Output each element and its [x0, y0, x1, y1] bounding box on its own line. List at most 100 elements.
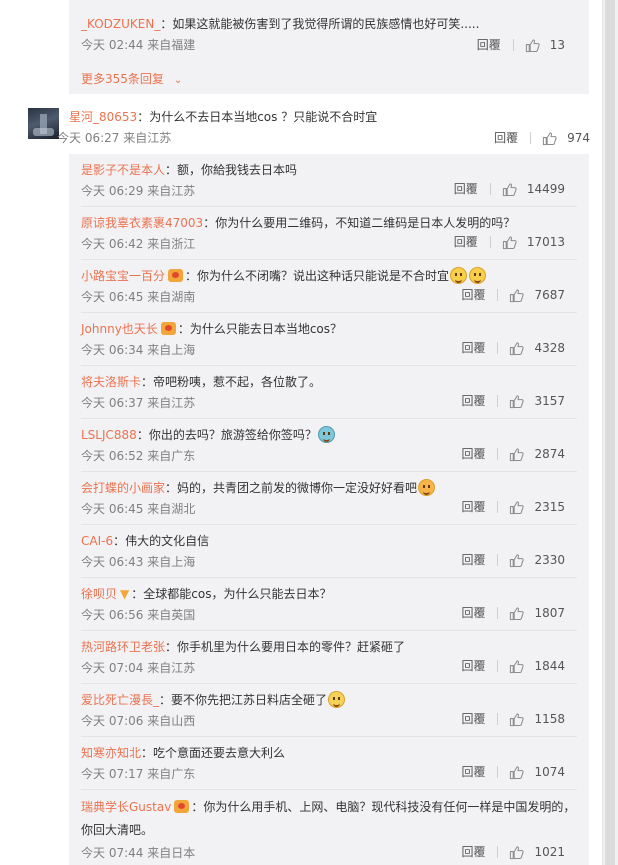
reply-item: 瑞典学长Gustav ：你为什么用手机、上网、电脑？现代科技没有任何一样是中国发明…	[81, 800, 576, 861]
reply-item: 爱比死亡漫長_：要不你先把江苏日料店全砸了 今天 07:06 来自山西 回覆 1…	[81, 684, 577, 737]
like-count: 7687	[534, 288, 565, 302]
like-count: 2874	[534, 447, 565, 461]
reply-item: 原谅我辜衣素裹47003：你为什么要用二维码，不知道二维码是日本人发明的吗？ 今…	[81, 207, 577, 260]
reply-item: 小路宝宝一百分 ：你为什么不闭嘴？说出这种话只能说是不合时宜 今天 06:45 来…	[81, 260, 577, 313]
avatar[interactable]	[28, 108, 59, 139]
like-count: 13	[549, 38, 565, 52]
reply-button[interactable]: 回覆	[454, 233, 478, 251]
reply-text: 帝吧粉咦，惹不起，各位散了。	[153, 375, 322, 389]
reply-author-link[interactable]: 知寒亦知北	[81, 746, 141, 760]
like-button[interactable]: 1158	[509, 710, 565, 728]
thumbs-up-icon	[502, 182, 517, 196]
reply-button[interactable]: 回覆	[461, 339, 485, 357]
thumbs-up-icon	[510, 500, 525, 514]
reply-text: 如果这就能被伤害到了我觉得所谓的民族感情也好可笑.....	[172, 17, 480, 31]
reply-button[interactable]: 回覆	[477, 36, 501, 54]
scrollbar-thumb[interactable]	[605, 0, 615, 865]
like-button[interactable]: 1844	[509, 657, 565, 675]
reply-author-link[interactable]: 会打蝶的小画家	[81, 481, 165, 495]
reply-actions: 回覆 17013	[454, 233, 565, 251]
like-button[interactable]: 1074	[509, 763, 565, 781]
like-count: 1807	[534, 606, 565, 620]
divider	[497, 766, 499, 778]
reply-actions: 回覆 1158	[461, 710, 565, 728]
kiss-emoji-icon	[418, 479, 436, 496]
like-button[interactable]: 2874	[509, 445, 565, 463]
reply-button[interactable]: 回覆	[461, 286, 485, 304]
reply-button[interactable]: 回覆	[454, 180, 478, 198]
like-button[interactable]: 13	[525, 36, 565, 54]
previous-replies-block: _KODZUKEN_：如果这就能被伤害到了我觉得所谓的民族感情也好可笑.....…	[69, 0, 589, 94]
reply-author-link[interactable]: 热河路环卫老张	[81, 640, 165, 654]
like-button[interactable]: 974	[542, 129, 590, 147]
comment-author-link[interactable]: 星河_80653	[69, 110, 137, 124]
like-button[interactable]: 2330	[509, 551, 565, 569]
reply-button[interactable]: 回覆	[461, 657, 485, 675]
chevron-down-icon: ⌄	[173, 75, 183, 86]
reply-actions: 回覆 3157	[461, 392, 565, 410]
divider	[497, 607, 499, 619]
divider	[512, 39, 514, 51]
reply-button[interactable]: 回覆	[461, 551, 485, 569]
like-button[interactable]: 3157	[509, 392, 565, 410]
reply-author-link[interactable]: 瑞典学长Gustav	[81, 800, 171, 814]
comment-meta: 今天 06:27 来自江苏	[57, 131, 172, 145]
reply-author-link[interactable]: 徐呗贝	[81, 587, 117, 601]
divider	[530, 132, 532, 144]
like-count: 974	[567, 131, 590, 145]
reply-text: 为什么只能去日本当地cos？	[189, 322, 343, 336]
reply-author-link[interactable]: 爱比死亡漫長_	[81, 693, 159, 707]
thumbs-up-icon	[510, 394, 525, 408]
reply-text: 你为什么要用二维码，不知道二维码是日本人发明的吗？	[215, 216, 516, 230]
like-button[interactable]: 7687	[509, 286, 565, 304]
reply-item: _KODZUKEN_：如果这就能被伤害到了我觉得所谓的民族感情也好可笑.....…	[81, 14, 577, 54]
reply-button[interactable]: 回覆	[461, 445, 485, 463]
reply-author-link[interactable]: 是影子不是本人	[81, 163, 165, 177]
like-count: 2315	[534, 500, 565, 514]
reply-author-link[interactable]: Johnny也天长	[81, 322, 158, 336]
reply-text: 你为什么不闭嘴？说出这种话只能说是不合时宜	[197, 269, 450, 283]
divider	[497, 846, 499, 858]
reply-author-link[interactable]: _KODZUKEN_	[81, 17, 160, 31]
reply-item: 热河路环卫老张：你手机里为什么要用日本的零件？赶紧砸了 今天 07:04 来自江…	[81, 631, 577, 684]
reply-button[interactable]: 回覆	[494, 129, 518, 147]
reply-button[interactable]: 回覆	[461, 498, 485, 516]
reply-button[interactable]: 回覆	[461, 710, 485, 728]
divider	[497, 342, 499, 354]
reply-button[interactable]: 回覆	[461, 763, 485, 781]
reply-button[interactable]: 回覆	[461, 392, 485, 410]
like-button[interactable]: 14499	[502, 180, 565, 198]
divider	[497, 501, 499, 513]
scrollbar[interactable]	[602, 0, 618, 865]
reply-author-link[interactable]: LSLJC888	[81, 428, 137, 442]
reply-actions: 回覆 2874	[461, 445, 565, 463]
reply-button[interactable]: 回覆	[461, 604, 485, 622]
vip-badge-icon	[174, 800, 190, 813]
reply-button[interactable]: 回覆	[461, 843, 485, 861]
thumbs-up-icon	[525, 38, 540, 52]
reply-author-link[interactable]: 原谅我辜衣素裹47003	[81, 216, 203, 230]
vip-badge-icon	[160, 322, 176, 335]
laugh-emoji-icon	[450, 267, 468, 284]
reply-author-link[interactable]: CAI-6	[81, 534, 113, 548]
like-button[interactable]: 1807	[509, 604, 565, 622]
comment-thread-page: _KODZUKEN_：如果这就能被伤害到了我觉得所谓的民族感情也好可笑.....…	[0, 0, 618, 865]
reply-text: 你出的去吗？旅游签给你签吗？	[148, 428, 317, 442]
reply-item: CAI-6：伟大的文化自信 今天 06:43 来自上海 回覆 2330	[81, 525, 577, 578]
like-button[interactable]: 1021	[509, 843, 565, 861]
like-count: 14499	[526, 182, 565, 196]
replies-list: 是影子不是本人：额，你給我钱去日本吗 今天 06:29 来自江苏 回覆 1449…	[69, 154, 589, 865]
more-replies-link[interactable]: 更多355条回复 ⌄	[81, 70, 182, 87]
like-button[interactable]: 4328	[509, 339, 565, 357]
reply-author-link[interactable]: 将夫洛斯卡	[81, 375, 141, 389]
reply-text: 要不你先把江苏日料店全砸了	[171, 693, 328, 707]
thumbs-up-icon	[510, 288, 525, 302]
like-button[interactable]: 17013	[502, 233, 565, 251]
divider	[497, 395, 499, 407]
reply-author-link[interactable]: 小路宝宝一百分	[81, 269, 165, 283]
reply-item: 将夫洛斯卡：帝吧粉咦，惹不起，各位散了。 今天 06:37 来自江苏 回覆 31…	[81, 366, 577, 419]
comment-actions: 回覆 974	[494, 129, 590, 147]
like-count: 1844	[534, 659, 565, 673]
main-comment-text-line: 星河_80653：为什么不去日本当地cos ？只能说不合时宜	[69, 110, 378, 124]
like-button[interactable]: 2315	[509, 498, 565, 516]
